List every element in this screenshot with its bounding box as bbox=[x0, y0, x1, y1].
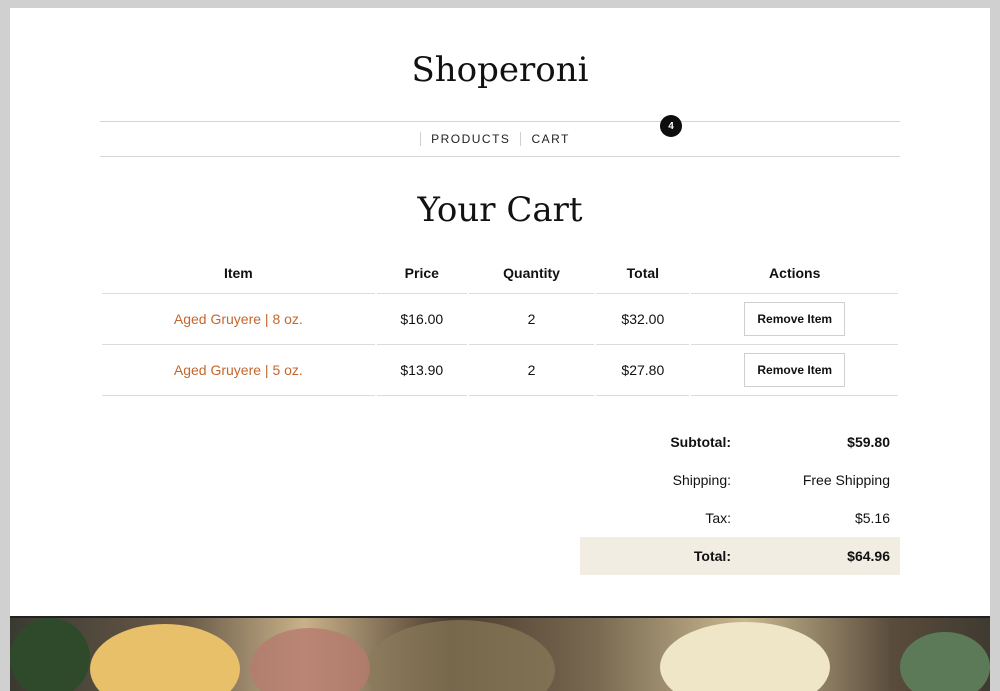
subtotal-label: Subtotal: bbox=[670, 434, 731, 450]
subtotal-value: $59.80 bbox=[847, 434, 890, 450]
table-row: Aged Gruyere | 5 oz. $13.90 2 $27.80 Rem… bbox=[102, 345, 898, 396]
cell-price: $13.90 bbox=[376, 345, 467, 396]
brand-logo[interactable]: Shoperoni bbox=[10, 48, 990, 92]
shipping-value: Free Shipping bbox=[802, 472, 890, 488]
cell-quantity: 2 bbox=[468, 345, 595, 396]
total-row: Total: $64.96 bbox=[580, 537, 900, 575]
page: Shoperoni PRODUCTS CART 4 Your Cart Item… bbox=[10, 8, 990, 691]
total-value: $64.96 bbox=[847, 548, 890, 564]
table-row: Aged Gruyere | 8 oz. $16.00 2 $32.00 Rem… bbox=[102, 294, 898, 345]
page-title: Your Cart bbox=[417, 190, 583, 230]
hero-food-image bbox=[10, 616, 990, 691]
cell-actions: Remove Item bbox=[691, 345, 898, 396]
item-link[interactable]: Aged Gruyere | 5 oz. bbox=[174, 362, 303, 378]
item-link[interactable]: Aged Gruyere | 8 oz. bbox=[174, 311, 303, 327]
table-header-row: Item Price Quantity Total Actions bbox=[102, 253, 898, 294]
cell-actions: Remove Item bbox=[691, 294, 898, 345]
cell-total: $32.00 bbox=[596, 294, 690, 345]
tax-label: Tax: bbox=[705, 510, 731, 526]
cart-count-badge: 4 bbox=[660, 115, 682, 137]
cell-total: $27.80 bbox=[596, 345, 690, 396]
tax-value: $5.16 bbox=[854, 510, 890, 526]
shipping-label: Shipping: bbox=[672, 472, 731, 488]
shipping-row: Shipping: Free Shipping bbox=[580, 461, 900, 499]
nav-links: PRODUCTS CART bbox=[100, 122, 900, 156]
order-summary: Subtotal: $59.80 Shipping: Free Shipping… bbox=[580, 423, 900, 575]
column-header-actions: Actions bbox=[691, 253, 898, 294]
nav-products-link[interactable]: PRODUCTS bbox=[420, 132, 520, 146]
hero-cheese-shape bbox=[90, 624, 240, 691]
tax-row: Tax: $5.16 bbox=[580, 499, 900, 537]
remove-item-button[interactable]: Remove Item bbox=[744, 353, 846, 387]
hero-cheese-slices-shape bbox=[660, 622, 830, 691]
hero-sage-shape bbox=[900, 632, 990, 691]
hero-leaf-shape bbox=[10, 618, 90, 691]
hero-jar-shape bbox=[365, 620, 555, 691]
column-header-item: Item bbox=[102, 253, 375, 294]
cell-item: Aged Gruyere | 5 oz. bbox=[102, 345, 375, 396]
total-label: Total: bbox=[693, 548, 731, 564]
cell-item: Aged Gruyere | 8 oz. bbox=[102, 294, 375, 345]
main-nav: PRODUCTS CART 4 bbox=[100, 115, 900, 157]
column-header-price: Price bbox=[376, 253, 467, 294]
hero-prosciutto-shape bbox=[250, 628, 370, 691]
column-header-total: Total bbox=[596, 253, 690, 294]
cell-price: $16.00 bbox=[376, 294, 467, 345]
column-header-quantity: Quantity bbox=[468, 253, 595, 294]
nav-cart-link[interactable]: CART bbox=[520, 132, 579, 146]
cart-table: Item Price Quantity Total Actions Aged G… bbox=[100, 253, 900, 396]
subtotal-row: Subtotal: $59.80 bbox=[580, 423, 900, 461]
remove-item-button[interactable]: Remove Item bbox=[744, 302, 846, 336]
cell-quantity: 2 bbox=[468, 294, 595, 345]
